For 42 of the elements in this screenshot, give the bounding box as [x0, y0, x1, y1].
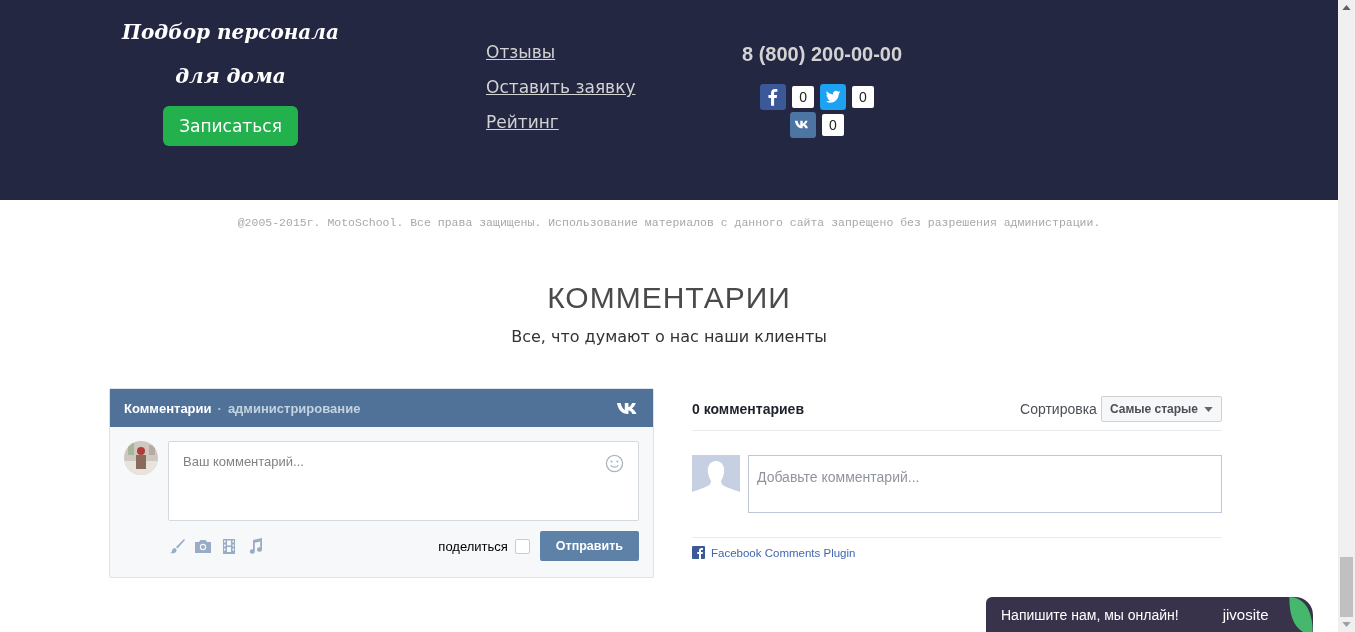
site-title: Подбор персонала [122, 19, 339, 46]
footer-link[interactable]: Рейтинг [486, 110, 742, 134]
film-icon[interactable] [220, 537, 238, 555]
share-checkbox[interactable] [514, 538, 530, 554]
vk-logo-icon [617, 401, 639, 415]
share-label: поделиться [438, 538, 508, 554]
facebook-icon[interactable] [760, 84, 787, 110]
camera-icon[interactable] [194, 537, 212, 555]
caret-icon [1204, 406, 1213, 412]
admin-link[interactable]: администрирование [227, 400, 361, 416]
footer-link[interactable]: Оставить заявку [486, 75, 742, 99]
leaf-icon [1289, 597, 1313, 632]
comment-field[interactable]: Ваш комментарий... [168, 441, 639, 521]
section-heading: КОММЕНТАРИИ [546, 281, 792, 315]
facebook-icon [692, 546, 705, 559]
user-silhouette-icon [692, 455, 740, 503]
plugin-link[interactable]: Facebook Comments Plugin [711, 546, 856, 559]
vk-icon[interactable] [790, 112, 817, 138]
send-button[interactable]: Отправить [539, 531, 639, 561]
scrollbar[interactable] [1338, 0, 1355, 632]
scroll-thumb[interactable] [1340, 557, 1353, 617]
share-count: 0 [852, 86, 874, 108]
chat-prompt: Напишите нам, мы онлайн! [1001, 606, 1179, 623]
copyright-text: @2005-2015г. MotoSchool. Все права защищены. Использование материалов с данного сайта запрещено без разрешения администрации. [236, 216, 1102, 229]
phone-number: 8 (800) 200-00-00 [742, 43, 903, 66]
comment-field[interactable]: Добавьте комментарий... [748, 455, 1222, 513]
share-count: 0 [792, 86, 814, 108]
sort-dropdown[interactable]: Самые старые [1100, 396, 1222, 422]
smiley-icon[interactable] [605, 454, 624, 473]
footer-link[interactable]: Отзывы [486, 40, 742, 64]
share-count: 0 [822, 114, 844, 136]
widget-title: Комментарии [124, 400, 212, 416]
chat-brand: jivosite [1222, 606, 1269, 623]
brush-icon[interactable] [168, 537, 186, 555]
comment-count: 0 комментариев [692, 401, 804, 417]
separator-dot: · [217, 400, 222, 416]
sort-label: Сортировка [1020, 401, 1097, 417]
site-title: для дома [175, 63, 286, 90]
chat-bar[interactable]: Напишите нам, мы онлайн! jivosite [986, 597, 1313, 632]
section-subtitle: Все, что думают о нас наши клиенты [510, 327, 828, 346]
scroll-down-icon[interactable] [1342, 622, 1351, 627]
scroll-up-icon[interactable] [1342, 5, 1351, 10]
